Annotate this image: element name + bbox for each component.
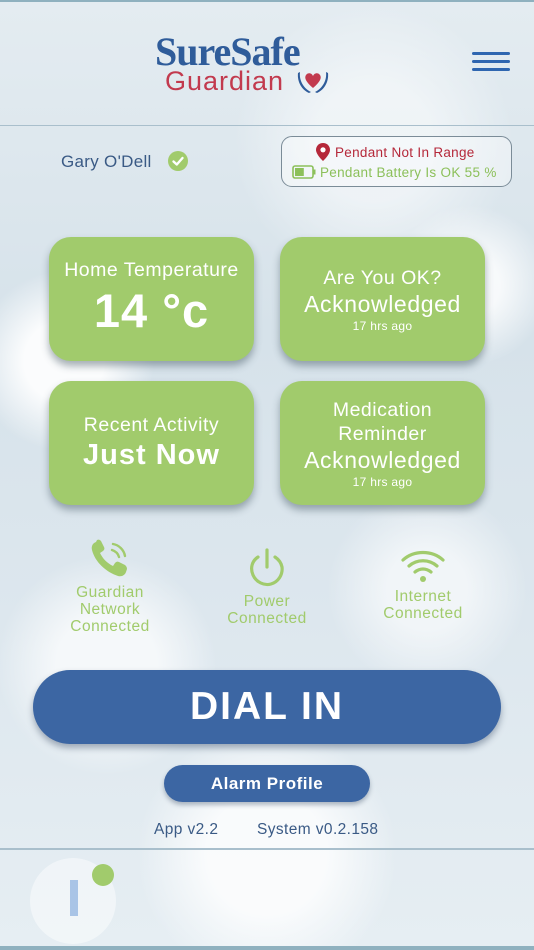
system-version: System v0.2.158: [257, 821, 379, 838]
app-version: App v2.2: [154, 821, 219, 838]
heart-hands-icon: [297, 72, 329, 93]
network-line2: Network: [79, 601, 141, 618]
guardian-network-status: Guardian Network Connected: [55, 538, 165, 635]
medication-status: Acknowledged: [304, 447, 461, 473]
home-temperature-value: 14 °c: [93, 284, 210, 337]
location-pin-icon: [316, 143, 330, 161]
medication-label-line2: Reminder: [338, 423, 427, 445]
pendant-status-box[interactable]: Pendant Not In Range Pendant Battery Is …: [281, 136, 512, 187]
user-name: Gary O'Dell: [61, 152, 152, 171]
app-header: SureSafe Guardian: [0, 2, 534, 126]
internet-line1: Internet: [394, 588, 452, 605]
recent-activity-label: Recent Activity: [83, 414, 220, 436]
power-status: Power Connected: [212, 547, 322, 627]
power-icon: [250, 548, 284, 587]
alarm-profile-button[interactable]: Alarm Profile: [164, 765, 370, 802]
footer-divider: [0, 848, 534, 850]
are-you-ok-tile[interactable]: Are You OK? Acknowledged 17 hrs ago: [280, 237, 485, 361]
phone-icon: [91, 539, 127, 577]
suresafe-logo: SureSafe Guardian: [155, 28, 340, 98]
widget-status-dot: [92, 864, 114, 886]
are-you-ok-label: Are You OK?: [323, 267, 442, 289]
are-you-ok-time: 17 hrs ago: [352, 319, 413, 333]
network-line3: Connected: [70, 618, 150, 635]
power-line2: Connected: [227, 610, 307, 627]
are-you-ok-status: Acknowledged: [304, 291, 461, 317]
medication-time: 17 hrs ago: [352, 475, 413, 489]
logo-guardian-text: Guardian: [165, 66, 285, 96]
internet-line2: Connected: [383, 605, 463, 622]
wifi-icon: [401, 550, 445, 582]
check-circle-icon: [168, 151, 188, 171]
home-temperature-tile[interactable]: Home Temperature 14 °c: [49, 237, 254, 361]
recent-activity-value: Just Now: [83, 439, 220, 471]
internet-status: Internet Connected: [368, 548, 478, 622]
medication-reminder-tile[interactable]: Medication Reminder Acknowledged 17 hrs …: [280, 381, 485, 505]
pendant-battery-status: Pendant Battery Is OK 55 %: [320, 165, 497, 180]
widget-bar: [70, 880, 78, 916]
network-line1: Guardian: [76, 584, 144, 601]
dial-in-button[interactable]: DIAL IN: [33, 670, 501, 744]
battery-icon: [292, 165, 316, 179]
power-line1: Power: [243, 593, 291, 610]
medication-label-line1: Medication: [332, 399, 433, 421]
hamburger-menu-icon[interactable]: [472, 52, 510, 76]
recent-activity-tile[interactable]: Recent Activity Just Now: [49, 381, 254, 505]
home-temperature-label: Home Temperature: [64, 259, 239, 281]
bottom-border: [0, 946, 534, 950]
pendant-range-status: Pendant Not In Range: [335, 145, 475, 160]
